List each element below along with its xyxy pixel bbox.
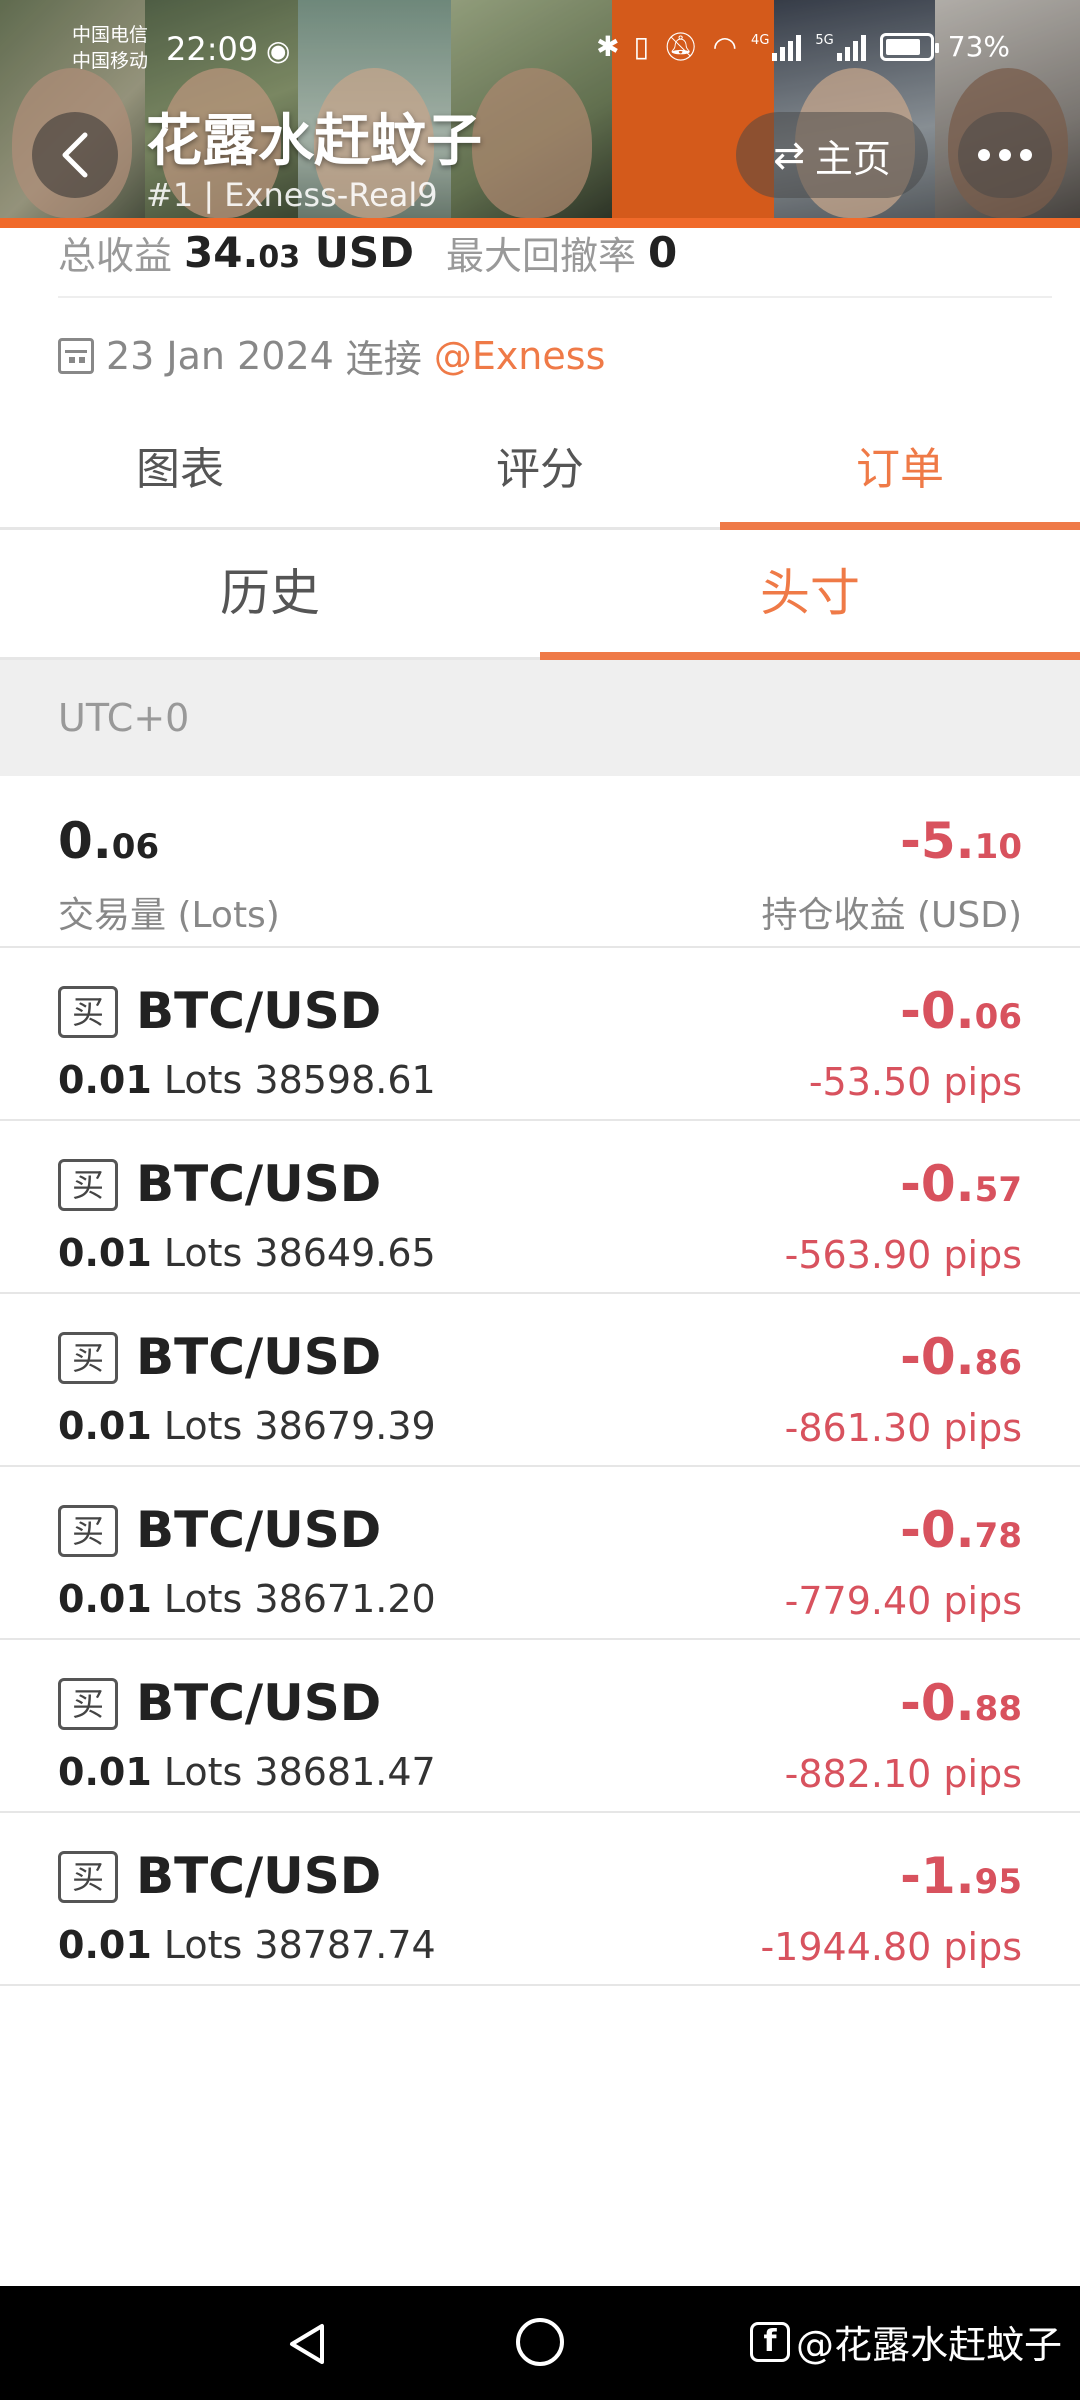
position-lots-price: 0.01 Lots 38598.61 bbox=[58, 1058, 436, 1102]
tab-history[interactable]: 历史 bbox=[0, 530, 540, 657]
position-lots-price: 0.01 Lots 38671.20 bbox=[58, 1577, 436, 1621]
main-tabs: 图表 评分 订单 bbox=[0, 420, 1080, 530]
position-lots-price: 0.01 Lots 38649.65 bbox=[58, 1231, 436, 1275]
position-profit: -0.78 bbox=[900, 1501, 1022, 1559]
position-symbol: BTC/USD bbox=[136, 1674, 382, 1732]
system-nav-bar: f @花露水赶蚊子 bbox=[0, 2286, 1080, 2400]
position-pips: -882.10 pips bbox=[784, 1752, 1022, 1796]
buy-badge: 买 bbox=[58, 986, 118, 1038]
swap-icon: ⇄ bbox=[773, 133, 805, 177]
mute-icon: 🔕︎ bbox=[663, 30, 699, 63]
position-pips: -53.50 pips bbox=[808, 1060, 1022, 1104]
home-button-label: 主页 bbox=[814, 136, 891, 181]
battery-percent: 73% bbox=[947, 30, 1010, 63]
position-pips: -779.40 pips bbox=[784, 1579, 1022, 1623]
nav-home-icon[interactable] bbox=[516, 2318, 564, 2366]
max-drawdown-label: 最大回撤率 bbox=[446, 233, 637, 278]
position-lots-price: 0.01 Lots 38679.39 bbox=[58, 1404, 436, 1448]
watermark-text: @花露水赶蚊子 bbox=[795, 2323, 1062, 2367]
position-row[interactable]: 买 BTC/USD 0.01 Lots 38649.65 -0.57 -563.… bbox=[0, 1121, 1080, 1294]
position-row[interactable]: 买 BTC/USD 0.01 Lots 38679.39 -0.86 -861.… bbox=[0, 1294, 1080, 1467]
account-subtitle: #1 | Exness-Real9 bbox=[146, 176, 438, 214]
home-button[interactable]: ⇄ 主页 bbox=[736, 112, 928, 198]
position-lots-price: 0.01 Lots 38787.74 bbox=[58, 1923, 436, 1967]
buy-badge: 买 bbox=[58, 1332, 118, 1384]
connection-info: 23 Jan 2024 连接 @Exness bbox=[58, 328, 605, 383]
buy-badge: 买 bbox=[58, 1505, 118, 1557]
position-profit: -0.88 bbox=[900, 1674, 1022, 1732]
position-symbol: BTC/USD bbox=[136, 1155, 382, 1213]
calendar-icon bbox=[58, 337, 94, 374]
tab-chart[interactable]: 图表 bbox=[0, 420, 360, 527]
vibrate-icon: ▯ bbox=[633, 30, 650, 63]
position-pips: -1944.80 pips bbox=[760, 1925, 1022, 1969]
trader-nickname: 花露水赶蚊子 bbox=[146, 109, 482, 174]
back-button[interactable] bbox=[32, 112, 118, 198]
watermark: f @花露水赶蚊子 bbox=[749, 2314, 1062, 2369]
chevron-left-icon bbox=[62, 132, 88, 178]
timezone-label: UTC+0 bbox=[0, 660, 1080, 776]
bluetooth-icon: ✱ bbox=[596, 30, 620, 63]
facebook-icon: f bbox=[749, 2321, 790, 2362]
total-profit-label: 总收益 bbox=[58, 233, 173, 278]
position-symbol: BTC/USD bbox=[136, 1501, 382, 1559]
total-lots: 0.06 bbox=[58, 812, 160, 870]
max-drawdown-value: 0 bbox=[648, 227, 678, 277]
wifi-icon: ◠ bbox=[712, 30, 738, 63]
battery-icon bbox=[879, 32, 939, 61]
total-floating-pl: -5.10 bbox=[900, 812, 1022, 870]
location-icon: ◉ bbox=[266, 34, 291, 67]
position-lots-price: 0.01 Lots 38681.47 bbox=[58, 1750, 436, 1794]
positions-list: 买 BTC/USD 0.01 Lots 38598.61 -0.06 -53.5… bbox=[0, 948, 1080, 1986]
position-pips: -563.90 pips bbox=[784, 1233, 1022, 1277]
position-symbol: BTC/USD bbox=[136, 1328, 382, 1386]
order-tabs: 历史 头寸 bbox=[0, 530, 1080, 660]
total-profit-value: 34.03 USD bbox=[184, 227, 415, 277]
tab-rating[interactable]: 评分 bbox=[360, 420, 720, 527]
position-pips: -861.30 pips bbox=[784, 1406, 1022, 1450]
signal-icon-1: 4G bbox=[751, 33, 802, 61]
tab-positions[interactable]: 头寸 bbox=[540, 530, 1080, 660]
position-profit: -0.57 bbox=[900, 1155, 1022, 1213]
total-floating-pl-label: 持仓收益 (USD) bbox=[761, 895, 1022, 936]
position-row[interactable]: 买 BTC/USD 0.01 Lots 38681.47 -0.88 -882.… bbox=[0, 1640, 1080, 1813]
position-profit: -1.95 bbox=[900, 1847, 1022, 1905]
status-bar: 中国电信 中国移动 22:09 ◉ ✱ ▯ 🔕︎ ◠ 4G 5G 73% bbox=[0, 0, 1080, 100]
positions-totals: 0.06 交易量 (Lots) -5.10 持仓收益 (USD) bbox=[0, 776, 1080, 948]
nav-back-icon[interactable] bbox=[286, 2322, 330, 2366]
position-row[interactable]: 买 BTC/USD 0.01 Lots 38671.20 -0.78 -779.… bbox=[0, 1467, 1080, 1640]
connection-text: 连接 bbox=[345, 337, 422, 381]
carrier-labels: 中国电信 中国移动 bbox=[72, 24, 149, 72]
position-symbol: BTC/USD bbox=[136, 982, 382, 1040]
position-row[interactable]: 买 BTC/USD 0.01 Lots 38598.61 -0.06 -53.5… bbox=[0, 948, 1080, 1121]
broker-link[interactable]: @Exness bbox=[434, 334, 606, 378]
total-lots-label: 交易量 (Lots) bbox=[58, 895, 280, 936]
tab-orders[interactable]: 订单 bbox=[720, 420, 1080, 530]
position-symbol: BTC/USD bbox=[136, 1847, 382, 1905]
position-profit: -0.06 bbox=[900, 982, 1022, 1040]
more-dots-icon bbox=[978, 149, 990, 161]
buy-badge: 买 bbox=[58, 1159, 118, 1211]
position-row[interactable]: 买 BTC/USD 0.01 Lots 38787.74 -1.95 -1944… bbox=[0, 1813, 1080, 1986]
connection-date: 23 Jan 2024 bbox=[106, 333, 334, 378]
buy-badge: 买 bbox=[58, 1851, 118, 1903]
buy-badge: 买 bbox=[58, 1678, 118, 1730]
header-accent-line bbox=[0, 218, 1080, 228]
position-profit: -0.86 bbox=[900, 1328, 1022, 1386]
more-options-button[interactable] bbox=[958, 112, 1052, 198]
signal-icon-2: 5G bbox=[815, 33, 866, 61]
clock: 22:09 bbox=[166, 30, 259, 68]
divider bbox=[58, 296, 1052, 298]
